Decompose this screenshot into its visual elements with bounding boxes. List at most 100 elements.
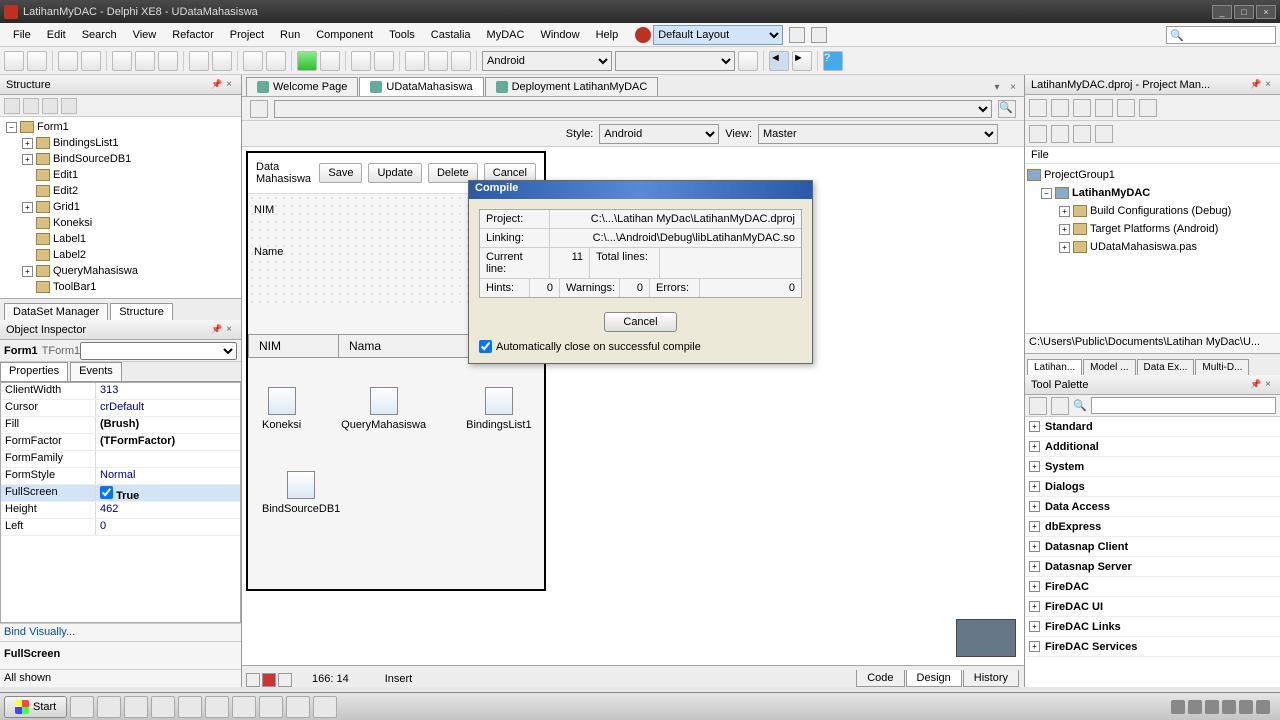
device-combo[interactable] — [615, 51, 735, 71]
tree-expand-icon[interactable]: + — [22, 138, 33, 149]
tb-btn[interactable] — [212, 51, 232, 71]
tab-dataset-manager[interactable]: DataSet Manager — [4, 303, 108, 320]
pal-btn[interactable] — [1029, 397, 1047, 415]
grid-col[interactable]: NIM — [249, 335, 339, 357]
run-nodbg-button[interactable] — [320, 51, 340, 71]
tree-expand-icon[interactable]: + — [22, 266, 33, 277]
layout-combo[interactable]: Default Layout — [653, 25, 783, 45]
proj-tab[interactable]: Model ... — [1083, 359, 1135, 375]
taskbar-app[interactable] — [124, 696, 148, 718]
menu-tools[interactable]: Tools — [382, 26, 422, 44]
menu-view[interactable]: View — [126, 26, 164, 44]
menu-run[interactable]: Run — [273, 26, 307, 44]
tab-welcome[interactable]: Welcome Page — [246, 77, 358, 96]
proj-btn[interactable] — [1095, 125, 1113, 143]
tree-collapse-icon[interactable]: − — [1041, 188, 1052, 199]
refresh-device-button[interactable] — [738, 51, 758, 71]
style-combo[interactable]: Android — [599, 124, 719, 144]
close-icon[interactable]: × — [223, 324, 235, 335]
proj-btn[interactable] — [1029, 99, 1047, 117]
macro-play-icon[interactable] — [246, 673, 260, 687]
tray-icon[interactable] — [1205, 700, 1219, 714]
tray-icon[interactable] — [1171, 700, 1185, 714]
pin-icon[interactable]: 📌 — [211, 79, 223, 91]
designer-thumbnail[interactable] — [956, 619, 1016, 657]
tb-btn[interactable] — [112, 51, 132, 71]
step-button[interactable] — [428, 51, 448, 71]
property-grid[interactable]: ClientWidth313CursorcrDefaultFill(Brush)… — [0, 382, 241, 623]
layout-delete-icon[interactable] — [811, 27, 827, 43]
search-icon[interactable]: 🔍 — [998, 100, 1016, 118]
tree-node[interactable]: UDataMahasiswa.pas — [1090, 241, 1197, 253]
tab-structure[interactable]: Structure — [110, 303, 173, 320]
proj-btn[interactable] — [1095, 99, 1113, 117]
menu-file[interactable]: File — [6, 26, 38, 44]
stop-button[interactable] — [374, 51, 394, 71]
tab-history[interactable]: History — [963, 670, 1019, 687]
pin-icon[interactable]: 📌 — [1250, 379, 1262, 391]
palette-list[interactable]: +Standard+Additional+System+Dialogs+Data… — [1025, 417, 1280, 687]
menu-component[interactable]: Component — [309, 26, 380, 44]
menu-window[interactable]: Window — [533, 26, 586, 44]
tree-node[interactable]: BindSourceDB1 — [53, 153, 131, 165]
taskbar-app[interactable] — [97, 696, 121, 718]
ide-search[interactable]: 🔍 — [1166, 26, 1276, 44]
minimize-button[interactable]: _ — [1212, 5, 1232, 19]
struct-btn[interactable] — [23, 98, 39, 114]
component-koneksi[interactable]: Koneksi — [262, 387, 301, 431]
proj-btn[interactable] — [1073, 99, 1091, 117]
tree-node[interactable]: QueryMahasiswa — [53, 265, 138, 277]
taskbar-app[interactable] — [232, 696, 256, 718]
tree-expand-icon[interactable]: + — [22, 202, 33, 213]
proj-btn[interactable] — [1029, 125, 1047, 143]
tab-close-icon[interactable]: × — [1006, 82, 1020, 96]
tab-code[interactable]: Code — [856, 670, 904, 687]
macro-stop-icon[interactable] — [278, 673, 292, 687]
tray-icon[interactable] — [1256, 700, 1270, 714]
tb-btn[interactable] — [243, 51, 263, 71]
menu-castalia[interactable]: Castalia — [424, 26, 478, 44]
tree-node[interactable]: Form1 — [37, 121, 69, 133]
close-icon[interactable]: × — [1262, 79, 1274, 90]
toolbar-update-button[interactable]: Update — [368, 163, 421, 183]
step-button[interactable] — [451, 51, 471, 71]
taskbar-app[interactable] — [259, 696, 283, 718]
proj-tab[interactable]: Multi-D... — [1195, 359, 1249, 375]
tray-icon[interactable] — [1188, 700, 1202, 714]
macro-rec-icon[interactable] — [262, 673, 276, 687]
run-button[interactable] — [297, 51, 317, 71]
tb-btn[interactable] — [266, 51, 286, 71]
tree-node[interactable]: BindingsList1 — [53, 137, 118, 149]
tree-node[interactable]: ToolBar1 — [53, 281, 96, 293]
tab-events[interactable]: Events — [70, 362, 122, 381]
menu-refactor[interactable]: Refactor — [165, 26, 221, 44]
project-tree[interactable]: ProjectGroup1 −LatihanMyDAC +Build Confi… — [1025, 164, 1280, 333]
tree-node[interactable]: Label1 — [53, 233, 86, 245]
tree-node[interactable]: Build Configurations (Debug) — [1090, 205, 1231, 217]
pause-button[interactable] — [351, 51, 371, 71]
close-icon[interactable]: × — [223, 79, 235, 90]
toolbar-save-button[interactable]: Save — [319, 163, 362, 183]
proj-btn[interactable] — [1139, 99, 1157, 117]
tree-expand-icon[interactable]: + — [1059, 224, 1070, 235]
tb-btn[interactable] — [189, 51, 209, 71]
object-selector[interactable] — [80, 342, 237, 360]
nav-back-icon[interactable] — [250, 100, 268, 118]
taskbar-app[interactable] — [151, 696, 175, 718]
menu-project[interactable]: Project — [223, 26, 271, 44]
autoclose-checkbox[interactable] — [479, 340, 492, 353]
proj-tab[interactable]: Data Ex... — [1137, 359, 1195, 375]
start-button[interactable]: Start — [4, 696, 67, 718]
tab-deployment[interactable]: Deployment LatihanMyDAC — [485, 77, 659, 96]
palette-search[interactable] — [1091, 397, 1276, 414]
taskbar-app[interactable] — [286, 696, 310, 718]
stop-icon[interactable] — [635, 27, 651, 43]
taskbar-app[interactable] — [313, 696, 337, 718]
menu-search[interactable]: Search — [75, 26, 124, 44]
tb-btn[interactable] — [135, 51, 155, 71]
close-icon[interactable]: × — [1262, 379, 1274, 390]
tab-design[interactable]: Design — [906, 670, 962, 687]
proj-btn[interactable] — [1051, 99, 1069, 117]
forward-button[interactable]: ► — [792, 51, 812, 71]
menu-edit[interactable]: Edit — [40, 26, 73, 44]
